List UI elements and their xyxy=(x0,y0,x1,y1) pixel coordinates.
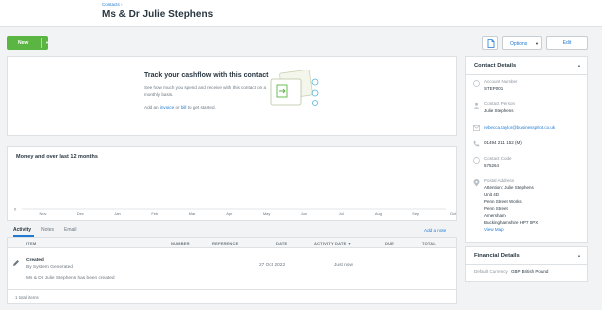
column-header-activity-date-label: ACTIVITY DATE xyxy=(314,241,347,246)
email-icon xyxy=(473,125,480,131)
phone-value[interactable]: 01494 211 152 (M) xyxy=(484,140,522,145)
collapse-chevron-icon[interactable]: ▲ xyxy=(577,253,581,258)
sort-descending-icon: ▼ xyxy=(347,242,352,246)
activity-row-description: Ms & Dr Julie Stephens has been created xyxy=(26,276,115,281)
activity-table: ITEM NUMBER REFERENCE DATE ACTIVITY DATE… xyxy=(7,238,457,304)
x-tick-label: Jul xyxy=(339,211,344,216)
financial-details-divider xyxy=(466,264,587,265)
address-line: Attention: Julie Stephens xyxy=(484,185,534,190)
x-tick-label: Jan xyxy=(114,211,120,216)
default-currency-value: GBP British Pound xyxy=(511,269,549,274)
contact-details-panel: Contact Details ▲ Account Number STEP001… xyxy=(465,56,588,243)
activity-row-subtitle: By System Generated xyxy=(26,265,73,270)
financial-details-panel: Financial Details ▲ Default Currency GBP… xyxy=(465,246,588,282)
hash-icon xyxy=(473,80,480,87)
chevron-down-icon: ▼ xyxy=(535,41,539,46)
email-link[interactable]: rebecca.taylor@businessp!lot.co.uk xyxy=(484,125,555,130)
activity-row-activity-date: Just now xyxy=(334,263,353,268)
pencil-icon xyxy=(13,260,19,266)
chevron-down-icon[interactable]: ▼ xyxy=(45,40,49,45)
column-header-activity-date[interactable]: ACTIVITY DATE ▼ xyxy=(314,241,351,246)
contact-code-label: Contact Code xyxy=(484,156,512,161)
contact-person-value: Julie Stephens xyxy=(484,108,514,113)
contact-details-title: Contact Details xyxy=(474,63,517,69)
x-tick-label: Sep xyxy=(412,211,420,216)
new-button-label: New xyxy=(18,40,29,46)
account-number-value: STEP001 xyxy=(484,86,504,91)
cashflow-link-or: or xyxy=(175,105,180,110)
page-header: Contacts › Ms & Dr Julie Stephens xyxy=(0,0,602,27)
money-chart-panel: Money and over last 12 months 0 Nov Dec Jan… xyxy=(7,146,457,221)
options-button-label: Options xyxy=(510,41,528,47)
x-tick-label: Feb xyxy=(151,211,159,216)
table-header: ITEM NUMBER REFERENCE DATE ACTIVITY DATE… xyxy=(8,238,456,248)
new-button-divider xyxy=(41,38,42,48)
view-map-link[interactable]: View Map xyxy=(484,227,504,232)
edit-button[interactable]: Edit xyxy=(546,36,588,50)
cashflow-get-started: Add an invoice or bill to get started. xyxy=(144,105,216,110)
code-icon xyxy=(473,157,480,164)
print-pdf-button[interactable] xyxy=(482,36,498,50)
cashflow-description: See how much you spend and receive with … xyxy=(144,85,267,97)
x-tick-label: May xyxy=(263,211,271,216)
column-header-item[interactable]: ITEM xyxy=(26,241,36,246)
phone-icon xyxy=(473,140,480,147)
x-tick-label: Dec xyxy=(77,211,84,216)
address-line: Penn Street Works xyxy=(484,199,522,204)
default-currency-label: Default Currency xyxy=(474,269,508,274)
contact-person-label: Contact Person xyxy=(484,101,516,106)
location-pin-icon xyxy=(473,179,480,187)
column-header-total[interactable]: TOTAL xyxy=(422,241,436,246)
document-icon xyxy=(487,39,495,48)
x-tick-label: Nov xyxy=(39,211,46,216)
page-title: Ms & Dr Julie Stephens xyxy=(102,9,214,20)
column-header-number[interactable]: NUMBER xyxy=(171,241,190,246)
table-footer-count: 1 total items xyxy=(15,295,39,300)
cashflow-title: Track your cashflow with this contact xyxy=(144,72,269,79)
address-line: Buckinghamshire HP7 0PX xyxy=(484,220,539,225)
cashflow-panel: Track your cashflow with this contact Se… xyxy=(7,56,457,136)
activity-row-date: 27 Oct 2022 xyxy=(259,263,286,268)
tab-activity[interactable]: Activity xyxy=(13,227,31,233)
address-line: Amersham xyxy=(484,213,506,218)
person-icon xyxy=(473,102,480,109)
row-divider xyxy=(8,289,456,290)
x-tick-label: Aug xyxy=(375,211,382,216)
postal-address-label: Postal Address xyxy=(484,178,515,183)
new-button[interactable]: New ▼ xyxy=(7,36,49,50)
cashflow-link-suffix: to get started. xyxy=(187,105,216,110)
add-bill-link[interactable]: bill xyxy=(181,105,187,110)
y-tick-label: 0 xyxy=(14,207,17,212)
contact-details-divider xyxy=(466,74,587,75)
add-invoice-link[interactable]: invoice xyxy=(160,105,174,110)
tab-email[interactable]: Email xyxy=(64,227,77,233)
contact-code-value: 575264 xyxy=(484,163,500,168)
account-number-label: Account Number xyxy=(484,79,518,84)
x-tick-label: Oct xyxy=(450,211,456,216)
address-line: Penn Street xyxy=(484,206,508,211)
column-header-reference[interactable]: REFERENCE xyxy=(212,241,238,246)
collapse-chevron-icon[interactable]: ▲ xyxy=(577,63,581,68)
activity-row-title[interactable]: Created xyxy=(26,258,44,263)
x-tick-label: Jun xyxy=(301,211,307,216)
x-tick-label: Mar xyxy=(189,211,197,216)
financial-details-title: Financial Details xyxy=(474,253,520,259)
breadcrumb-contacts[interactable]: Contacts › xyxy=(102,2,123,7)
column-header-due[interactable]: DUE xyxy=(385,241,394,246)
x-tick-label: Apr xyxy=(226,211,233,216)
money-chart: 0 Nov Dec Jan Feb Mar Apr May Jun Jul Aug Sep Oct xyxy=(14,207,456,217)
add-note-link[interactable]: Add a note xyxy=(424,228,446,233)
options-button[interactable]: Options ▼ xyxy=(502,36,542,50)
cashflow-link-prefix: Add an xyxy=(144,105,159,110)
address-line: Unit 4D xyxy=(484,192,500,197)
tab-notes[interactable]: Notes xyxy=(41,227,54,233)
column-header-date[interactable]: DATE xyxy=(276,241,287,246)
cashflow-illustration-icon xyxy=(270,70,319,106)
